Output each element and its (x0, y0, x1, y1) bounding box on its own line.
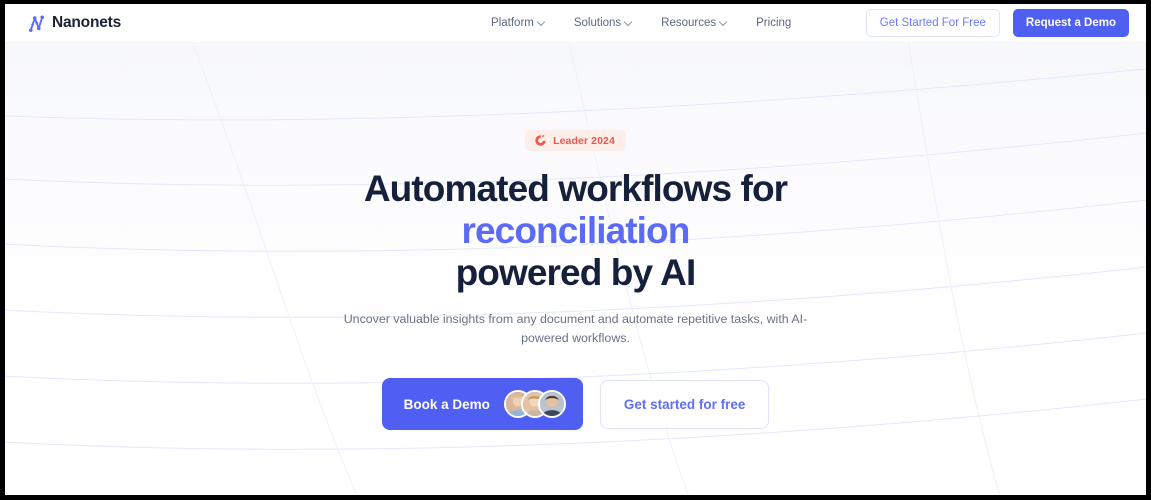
nav-item-label: Resources (661, 17, 717, 29)
site-header: Nanonets Platform Solutions Resources Pr… (5, 4, 1146, 43)
main-navigation: Platform Solutions Resources Pricing (491, 17, 791, 29)
get-started-free-button[interactable]: Get Started For Free (865, 9, 1000, 37)
headline-line-1: Automated workflows for (363, 168, 788, 209)
screenshot-frame: Nanonets Platform Solutions Resources Pr… (0, 0, 1151, 500)
nanonets-node-logo-icon (26, 13, 47, 34)
nav-item-pricing[interactable]: Pricing (756, 17, 791, 29)
brand-name: Nanonets (52, 14, 122, 31)
nav-item-label: Platform (491, 17, 534, 29)
nav-item-platform[interactable]: Platform (491, 17, 545, 29)
chevron-down-icon (538, 19, 545, 26)
headline-line-2-accent: reconciliation (461, 210, 691, 251)
book-demo-button[interactable]: Book a Demo (381, 378, 583, 430)
hero-subheading: Uncover valuable insights from any docum… (343, 312, 808, 345)
leader-badge: Leader 2024 (525, 130, 626, 151)
hero-section: Leader 2024 Automated workflows for reco… (5, 43, 1146, 495)
avatar-group (503, 390, 566, 418)
brand-logo[interactable]: Nanonets (26, 13, 121, 34)
page-root: Nanonets Platform Solutions Resources Pr… (5, 4, 1146, 495)
nav-item-resources[interactable]: Resources (661, 17, 727, 29)
request-demo-button[interactable]: Request a Demo (1012, 9, 1129, 37)
header-actions: Get Started For Free Request a Demo (865, 9, 1129, 37)
nav-item-label: Pricing (756, 17, 792, 29)
hero-cta-row: Book a Demo Get started for free (381, 378, 770, 430)
get-started-for-free-button[interactable]: Get started for free (599, 379, 770, 429)
hero-content: Leader 2024 Automated workflows for reco… (5, 43, 1146, 495)
leader-badge-label: Leader 2024 (553, 134, 615, 147)
chevron-down-icon (625, 19, 632, 26)
nav-item-solutions[interactable]: Solutions (574, 17, 632, 29)
page-title: Automated workflows for reconciliation p… (363, 168, 788, 294)
nav-item-label: Solutions (573, 17, 622, 29)
avatar (537, 390, 566, 418)
g2-logo-icon (534, 134, 547, 147)
headline-line-3: powered by AI (455, 252, 697, 293)
book-demo-label: Book a Demo (403, 396, 490, 412)
chevron-down-icon (720, 19, 727, 26)
